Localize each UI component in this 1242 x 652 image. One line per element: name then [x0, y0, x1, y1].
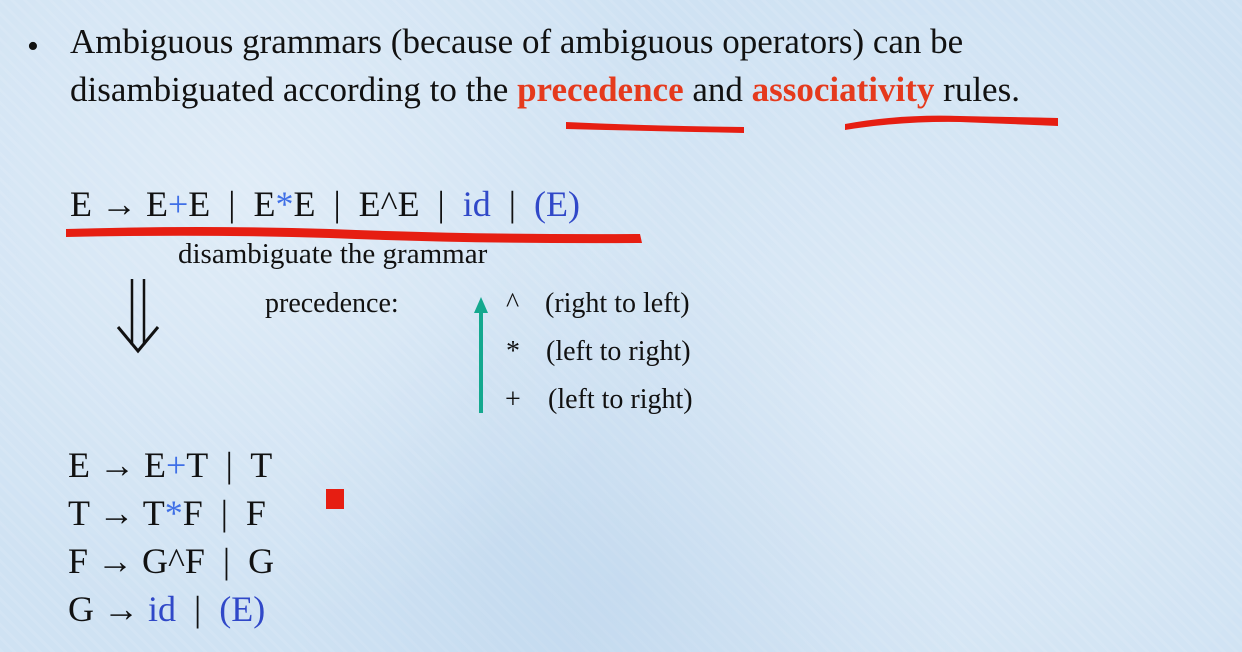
- underline-associativity: [845, 115, 1058, 130]
- underline-precedence: [566, 122, 744, 133]
- annotation-layer: [66, 115, 1058, 244]
- underline-grammar: [66, 227, 642, 244]
